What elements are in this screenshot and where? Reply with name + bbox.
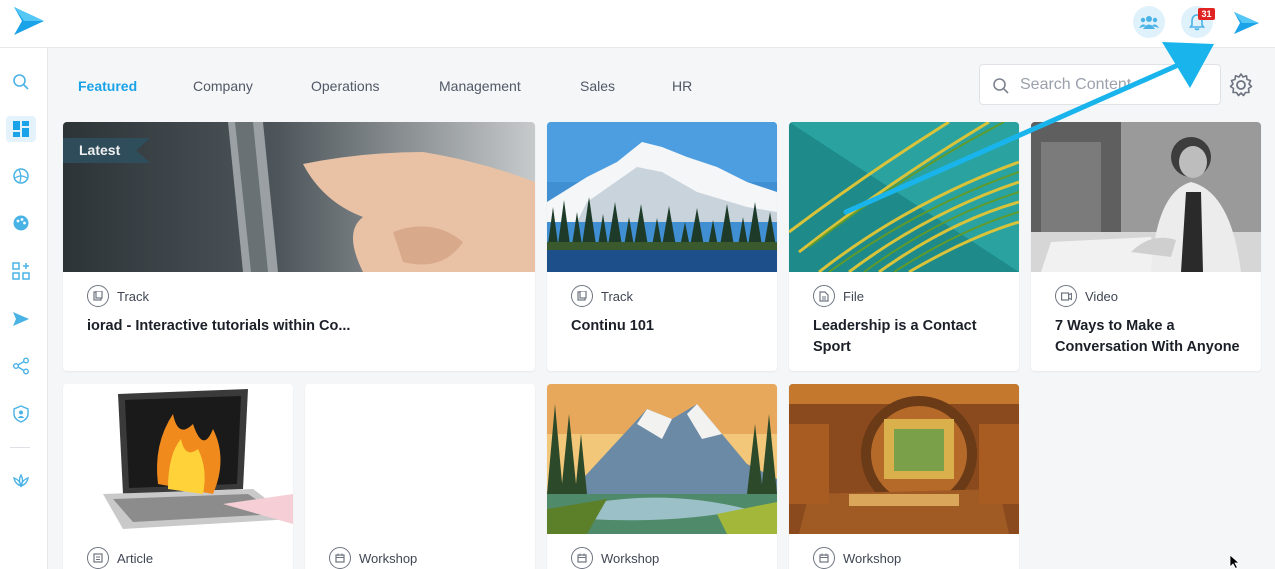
card-thumbnail (547, 122, 777, 272)
workshop-icon (813, 547, 835, 569)
tab-operations[interactable]: Operations (311, 78, 379, 94)
card-thumbnail (305, 384, 535, 534)
card-type-label: File (843, 288, 864, 304)
card-thumbnail (63, 384, 293, 534)
card-title: Continu 101 (571, 318, 654, 334)
sidebar (0, 48, 48, 569)
card-type: Track (571, 285, 633, 307)
gear-icon[interactable] (1228, 72, 1254, 98)
article-icon (87, 547, 109, 569)
share-icon (13, 357, 29, 375)
content-card[interactable]: Workshop (789, 384, 1019, 569)
card-thumbnail (789, 122, 1019, 272)
card-type-label: Track (117, 288, 150, 304)
team-button[interactable] (1133, 6, 1165, 38)
content-card[interactable]: File Leadership is a Contact Sport (789, 122, 1019, 371)
sidebar-explore[interactable] (9, 164, 33, 188)
sidebar-wellness[interactable] (9, 468, 33, 492)
card-title: Leadership is a Contact Sport (813, 318, 977, 355)
sidebar-dashboard[interactable] (6, 116, 36, 142)
card-thumbnail (789, 384, 1019, 534)
tab-hr[interactable]: HR (672, 78, 692, 94)
tab-sales[interactable]: Sales (580, 78, 615, 94)
card-type-label: Article (117, 550, 154, 566)
search-box (979, 64, 1221, 105)
search-input[interactable] (1020, 75, 1210, 95)
tab-featured[interactable]: Featured (78, 78, 137, 94)
sidebar-admin[interactable] (9, 402, 33, 426)
sidebar-share[interactable] (9, 354, 33, 378)
card-title: iorad - Interactive tutorials within Co.… (87, 318, 351, 334)
lotus-icon (13, 473, 29, 488)
track-icon (87, 285, 109, 307)
content-card[interactable]: Article (63, 384, 293, 569)
search-icon (13, 74, 29, 90)
app-logo-icon[interactable] (12, 5, 46, 37)
track-icon (571, 285, 593, 307)
sidebar-send[interactable] (9, 307, 33, 331)
content-card[interactable]: Workshop (305, 384, 535, 569)
file-icon (813, 285, 835, 307)
content-card[interactable]: Workshop (547, 384, 777, 569)
shield-user-icon (13, 405, 29, 423)
card-thumbnail (547, 384, 777, 534)
top-bar: 31 (0, 0, 1275, 48)
sidebar-apps[interactable] (9, 259, 33, 283)
card-type-label: Video (1085, 288, 1119, 304)
notification-count-badge: 31 (1198, 8, 1215, 20)
sidebar-themes[interactable] (9, 211, 33, 235)
tab-management[interactable]: Management (439, 78, 521, 94)
card-type: Workshop (329, 547, 417, 569)
sidebar-divider (10, 447, 30, 448)
card-type: Workshop (571, 547, 659, 569)
search-icon (993, 78, 1009, 94)
card-title: 7 Ways to Make a Conversation With Anyon… (1055, 318, 1240, 355)
card-type: Track (87, 285, 149, 307)
card-type: Video (1055, 285, 1118, 307)
card-type-label: Workshop (359, 550, 418, 566)
content-card[interactable]: Track Continu 101 (547, 122, 777, 371)
workshop-icon (571, 547, 593, 569)
sidebar-search[interactable] (9, 70, 33, 94)
team-icon (1139, 16, 1159, 29)
card-thumbnail (1031, 122, 1261, 272)
card-type-label: Track (601, 288, 634, 304)
content-card[interactable]: Video 7 Ways to Make a Conversation With… (1031, 122, 1261, 371)
mouse-cursor-icon (1229, 554, 1240, 569)
profile-logo-icon[interactable] (1232, 10, 1260, 36)
card-type: Workshop (813, 547, 901, 569)
card-type-label: Workshop (843, 550, 902, 566)
video-icon (1055, 285, 1077, 307)
card-type: Article (87, 547, 153, 569)
apps-add-icon (12, 262, 30, 280)
workshop-icon (329, 547, 351, 569)
send-icon (13, 312, 29, 326)
tab-company[interactable]: Company (193, 78, 253, 94)
palette-icon (13, 215, 29, 231)
globe-icon (13, 168, 29, 184)
card-type-label: Workshop (601, 550, 660, 566)
dashboard-icon (13, 121, 29, 137)
content-card[interactable]: Latest Track iorad - Interactive tutoria… (63, 122, 535, 371)
card-type: File (813, 285, 864, 307)
